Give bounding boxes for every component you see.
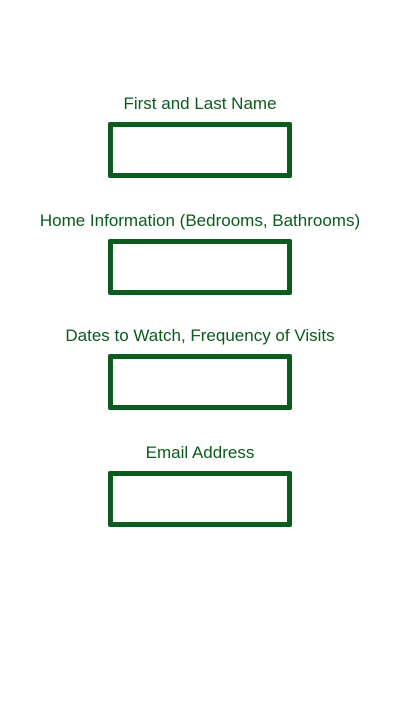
email-input[interactable]	[113, 476, 287, 522]
dates-field-label: Dates to Watch, Frequency of Visits	[65, 326, 335, 345]
name-field-label: First and Last Name	[123, 94, 277, 113]
email-field-box[interactable]	[108, 471, 292, 527]
name-input[interactable]	[113, 127, 287, 173]
home-info-input[interactable]	[113, 244, 287, 290]
home-info-field-label: Home Information (Bedrooms, Bathrooms)	[39, 211, 361, 230]
name-field-box[interactable]	[108, 122, 292, 178]
dates-field-box[interactable]	[108, 354, 292, 410]
email-field-label: Email Address	[145, 443, 255, 462]
home-info-field-box[interactable]	[108, 239, 292, 295]
dates-input[interactable]	[113, 359, 287, 405]
